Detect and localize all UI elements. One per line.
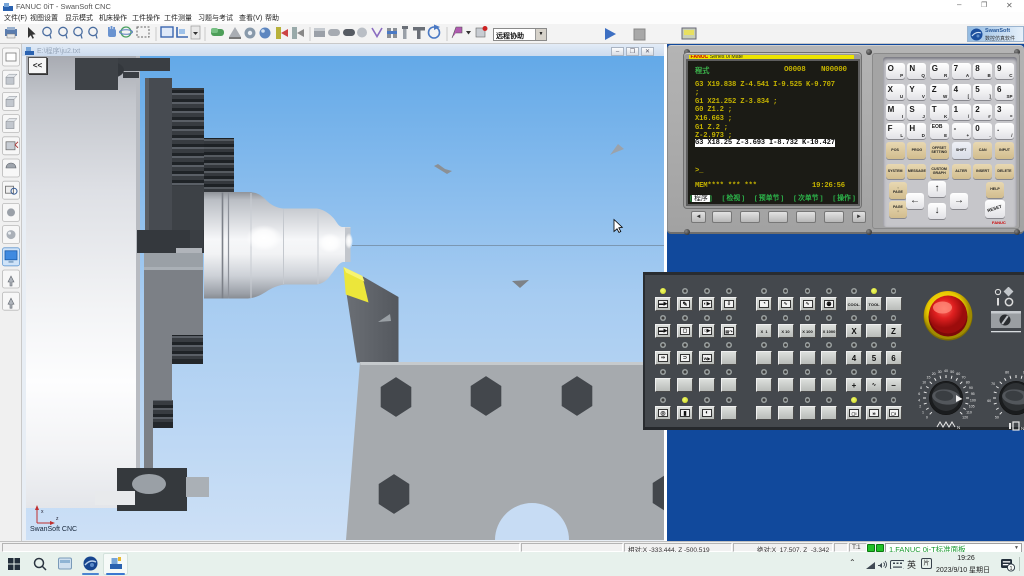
svg-text:1: 1 <box>1009 566 1012 572</box>
svg-text:8: 8 <box>920 386 922 390</box>
svg-text:50: 50 <box>995 415 999 419</box>
svg-text:80: 80 <box>1005 371 1009 375</box>
svg-text:z: z <box>56 516 59 522</box>
svg-text:6: 6 <box>918 392 920 396</box>
svg-text:0: 0 <box>926 415 928 419</box>
svg-text:10: 10 <box>922 380 926 384</box>
svg-text:15: 15 <box>927 376 931 380</box>
svg-text:N: N <box>957 425 960 430</box>
svg-text:105: 105 <box>969 405 975 409</box>
svg-text:60: 60 <box>956 372 960 376</box>
svg-text:90: 90 <box>969 386 973 390</box>
svg-text:60: 60 <box>987 399 991 403</box>
svg-text:70: 70 <box>962 376 966 380</box>
svg-text:70: 70 <box>991 382 995 386</box>
svg-text:30: 30 <box>938 370 942 374</box>
svg-text:20: 20 <box>932 372 936 376</box>
svg-text:120: 120 <box>962 415 968 419</box>
svg-text:40: 40 <box>944 369 948 373</box>
svg-text:4: 4 <box>918 398 920 402</box>
svg-text:2: 2 <box>919 405 921 409</box>
svg-text:110: 110 <box>966 410 972 414</box>
svg-text:80: 80 <box>966 380 970 384</box>
svg-text:95: 95 <box>971 392 975 396</box>
svg-text:100: 100 <box>970 398 976 402</box>
svg-text:1: 1 <box>922 410 924 414</box>
svg-text:50: 50 <box>950 370 954 374</box>
svg-text:x: x <box>41 509 44 515</box>
